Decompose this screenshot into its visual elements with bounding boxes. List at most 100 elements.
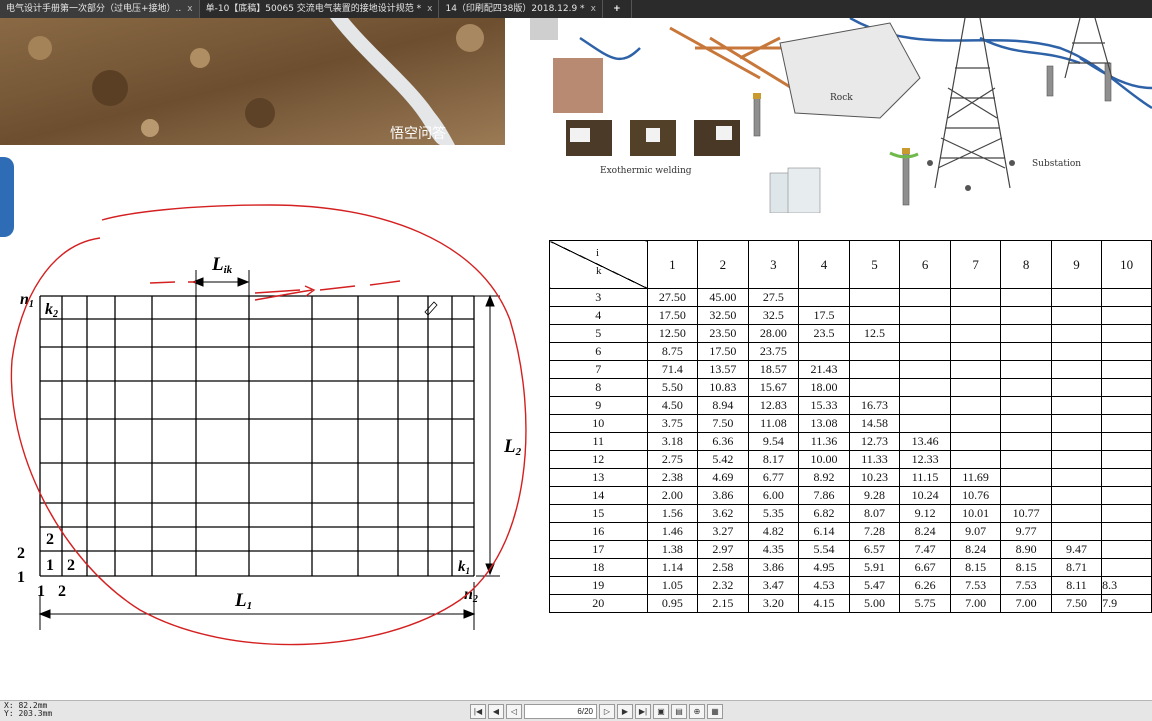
svg-text:L2: L2 [503,436,522,458]
row-k-value: 15 [549,504,648,523]
table-cell [848,342,901,361]
page-number-field[interactable]: 6/20 [524,704,597,719]
table-cell: 7.00 [1000,594,1052,613]
tab-2[interactable]: 14（印刷配四38版）2018.12.9 * x [439,0,603,18]
back-icon[interactable]: ◁ [506,704,522,719]
new-tab-button[interactable]: + [603,0,632,18]
table-cell [949,288,1002,307]
svg-text:k1: k1 [458,559,470,576]
table-cell: 4.69 [697,468,749,487]
forward-icon[interactable]: ▷ [599,704,615,719]
next-page-icon[interactable]: ▶ [617,704,633,719]
row-number: 2 [17,545,25,562]
table-row: 10 3.75 7.50 11.08 13.08 14.58 [549,414,1152,433]
table-cell: 3.86 [747,558,800,577]
table-cell: 1.46 [646,522,699,541]
table-cell [899,324,951,343]
table-cell: 8.17 [747,450,800,469]
table-cell: 5.47 [848,576,901,595]
table-row: 8 5.50 10.83 15.67 18.00 [549,378,1152,397]
table-cell: 13.46 [899,432,951,451]
table-cell [1000,396,1052,415]
table-cell [949,450,1002,469]
table-cell: 2.75 [646,450,699,469]
last-page-icon[interactable]: ▶| [635,704,651,719]
table-cell: 27.50 [646,288,699,307]
column-header: 4 [798,240,850,289]
table-cell: 18.00 [798,378,850,397]
column-header: 6 [899,240,951,289]
table-cell: 15.67 [747,378,800,397]
view-mode-icon[interactable]: ▦ [707,704,723,719]
label-sub: 1 [29,299,34,310]
table-cell: 32.5 [747,306,800,325]
table-cell [1101,486,1152,505]
table-row: 20 0.95 2.15 3.20 4.15 5.00 5.75 7.00 7.00 7.50 7.… [549,594,1152,613]
table-cell [1050,522,1103,541]
table-cell [1050,468,1103,487]
table-cell: 6.36 [697,432,749,451]
table-cell [899,360,951,379]
fit-page-icon[interactable]: ▣ [653,704,669,719]
table-cell: 23.5 [798,324,850,343]
table-cell: 6.67 [899,558,951,577]
prev-page-icon[interactable]: ◀ [488,704,504,719]
table-cell: 8.3 [1101,576,1152,595]
table-cell [949,324,1002,343]
tab-close-icon[interactable]: x [427,4,432,14]
table-cell [1000,450,1052,469]
table-row: 15 1.56 3.62 5.35 6.82 8.07 9.12 10.01 10.77 [549,504,1152,523]
table-cell [798,342,850,361]
first-page-icon[interactable]: |◀ [470,704,486,719]
table-cell: 2.00 [646,486,699,505]
row-k-value: 9 [549,396,648,415]
cell-number: 2 [67,557,75,574]
grounding-grid-diagram: Lik n1 k2 L2 L1 n2 k1 2 1 2 1 2 1 2 [0,190,545,660]
table-cell: 10.77 [1000,504,1052,523]
table-cell: 32.50 [697,306,749,325]
col-number: 1 [37,583,45,600]
table-cell [1101,504,1152,523]
table-cell [1101,540,1152,559]
table-cell: 5.54 [798,540,850,559]
table-cell: 71.4 [646,360,699,379]
table-cell: 6.77 [747,468,800,487]
tab-close-icon[interactable]: x [187,4,192,14]
column-header: 7 [949,240,1002,289]
welding-label: Exothermic welding [600,166,692,176]
label-L: L [211,254,224,275]
table-cell [949,360,1002,379]
table-cell [1050,306,1103,325]
table-cell [1101,468,1152,487]
table-row: 11 3.18 6.36 9.54 11.36 12.73 13.46 [549,432,1152,451]
table-cell [1101,360,1152,379]
table-cell [949,342,1002,361]
table-row: 7 71.4 13.57 18.57 21.43 [549,360,1152,379]
table-cell [798,288,850,307]
table-cell [1101,432,1152,451]
table-cell: 9.12 [899,504,951,523]
tab-0[interactable]: 电气设计手册第一次部分（过电压+接地）.. x [0,0,200,18]
table-cell: 1.56 [646,504,699,523]
table-cell: 4.50 [646,396,699,415]
table-row: 9 4.50 8.94 12.83 15.33 16.73 [549,396,1152,415]
table-cell [1050,396,1103,415]
table-cell [1000,342,1052,361]
tab-1[interactable]: 单-10【底稿】50065 交流电气装置的接地设计规范 * x [200,0,440,18]
tab-close-icon[interactable]: x [591,4,596,14]
cell-number: 1 [46,557,54,574]
table-row: 4 17.50 32.50 32.5 17.5 [549,306,1152,325]
table-cell: 6.00 [747,486,800,505]
table-cell: 28.00 [747,324,800,343]
label-L: L [503,436,516,457]
row-k-value: 20 [549,594,648,613]
table-cell [1101,450,1152,469]
fit-width-icon[interactable]: ▤ [671,704,687,719]
table-cell: 11.69 [949,468,1002,487]
label-sub: 2 [515,446,522,458]
table-cell [848,378,901,397]
table-cell: 9.47 [1050,540,1103,559]
zoom-icon[interactable]: ⊕ [689,704,705,719]
row-k-value: 6 [549,342,648,361]
row-k-value: 17 [549,540,648,559]
